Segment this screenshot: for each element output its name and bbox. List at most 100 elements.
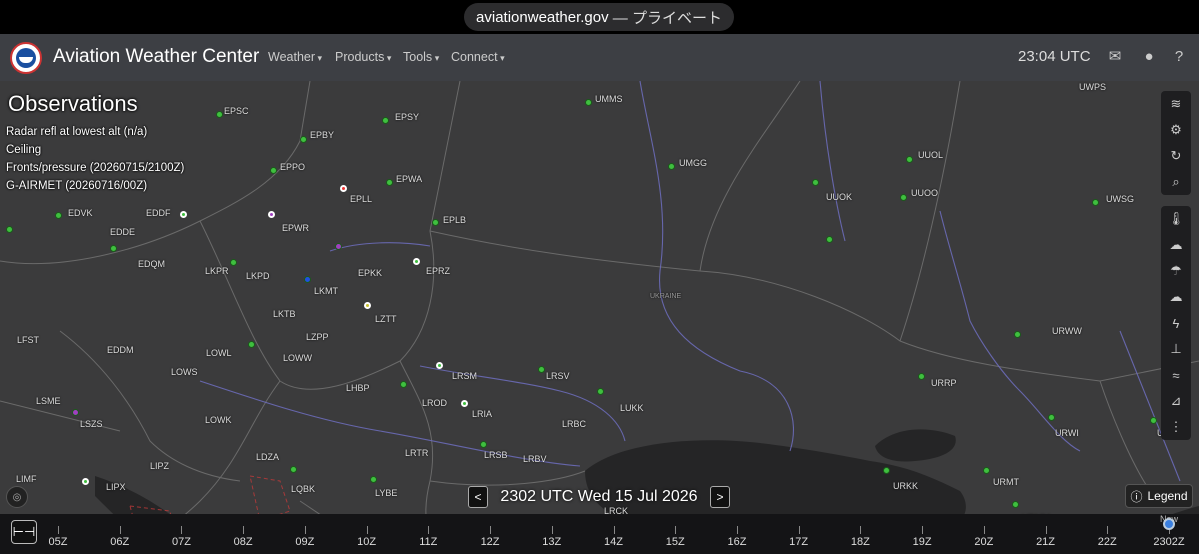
station-marker[interactable] [413,258,420,265]
station-label[interactable]: URRP [931,378,957,388]
station-label[interactable]: UUOK [826,192,852,202]
compass-icon[interactable]: ◎ [6,486,28,508]
mail-icon[interactable]: ✉ [1106,49,1124,65]
station-label[interactable]: LFST [17,335,39,345]
station-label[interactable]: UUOL [918,150,943,160]
station-marker[interactable] [370,476,377,483]
timeline-tick-label[interactable]: 12Z [481,536,500,548]
menu-connect[interactable]: Connect [451,50,505,64]
station-label[interactable]: UMMS [595,94,623,104]
timeline-tick-label[interactable]: 20Z [974,536,993,548]
station-label[interactable]: LKPD [246,271,270,281]
station-marker-alert[interactable] [340,185,347,192]
temperature-icon[interactable]: 🌡 [1161,206,1191,232]
station-label[interactable]: UMGG [679,158,707,168]
menu-products[interactable]: Products [335,50,391,64]
station-label[interactable]: URWW [1052,326,1082,336]
station-marker[interactable] [812,179,819,186]
station-marker[interactable] [386,179,393,186]
station-marker[interactable] [6,226,13,233]
station-label[interactable]: LRSV [546,371,570,381]
timeline-tick-label[interactable]: 05Z [49,536,68,548]
station-label[interactable]: LYBE [375,488,397,498]
station-marker[interactable] [538,366,545,373]
timeline-tick-label[interactable]: 22Z [1098,536,1117,548]
station-label[interactable]: EPKK [358,268,382,278]
browser-url-pill[interactable]: aviationweather.gov — プライベート [464,3,734,31]
station-marker[interactable] [1012,501,1019,508]
timeline-tick-label[interactable]: 15Z [666,536,685,548]
station-label[interactable]: EPSC [224,106,249,116]
station-marker[interactable] [180,211,187,218]
station-label[interactable]: LUKK [620,403,644,413]
station-marker[interactable] [1150,417,1157,424]
station-marker[interactable] [400,381,407,388]
station-label[interactable]: EDDE [110,227,135,237]
timeline-tick-label[interactable]: 2302Z [1153,536,1184,548]
timeline-bar[interactable] [0,514,1199,554]
help-icon[interactable]: ? [1170,49,1188,65]
station-marker[interactable] [1014,331,1021,338]
station-label[interactable]: EPLL [350,194,372,204]
legend-button[interactable]: ⓘ Legend [1125,484,1193,508]
station-label[interactable]: EPLB [443,215,466,225]
station-label[interactable]: LKTB [273,309,296,319]
station-label[interactable]: LRBC [562,419,586,429]
station-marker[interactable] [55,212,62,219]
station-marker[interactable] [461,400,468,407]
prev-time-button[interactable]: < [468,486,488,508]
next-time-button[interactable]: > [710,486,730,508]
station-marker[interactable] [918,373,925,380]
station-label[interactable]: EPWA [396,174,422,184]
station-marker[interactable] [110,245,117,252]
station-marker[interactable] [1048,414,1055,421]
station-label[interactable]: URMT [993,477,1019,487]
station-marker[interactable] [230,259,237,266]
grid-icon[interactable]: ⋮ [1161,414,1191,440]
station-label[interactable]: LOWW [283,353,312,363]
refresh-icon[interactable]: ↻ [1161,143,1191,169]
station-label[interactable]: EPSY [395,112,419,122]
station-marker[interactable] [480,441,487,448]
airmet-icon[interactable]: ⊿ [1161,388,1191,414]
search-icon[interactable]: ⌕ [1161,169,1191,195]
station-marker-ifr[interactable] [268,211,275,218]
thermometer-icon[interactable]: ⊥ [1161,336,1191,362]
station-label[interactable]: LHBP [346,383,370,393]
station-marker[interactable] [597,388,604,395]
station-label[interactable]: LSZS [80,419,103,429]
station-marker[interactable] [300,136,307,143]
station-label[interactable]: UUOO [911,188,938,198]
station-label[interactable]: LIPX [106,482,126,492]
timeline-tick-label[interactable]: 07Z [172,536,191,548]
station-marker[interactable] [248,341,255,348]
user-icon[interactable]: ● [1140,49,1158,65]
station-marker[interactable] [883,467,890,474]
station-label[interactable]: EPPO [280,162,305,172]
station-label[interactable]: LKMT [314,286,338,296]
station-label[interactable]: LZTT [375,314,397,324]
station-marker[interactable] [382,117,389,124]
station-label[interactable]: LRSM [452,371,477,381]
station-label[interactable]: LRIA [472,409,492,419]
station-marker-ifr[interactable] [72,409,79,416]
station-marker[interactable] [906,156,913,163]
station-label[interactable]: LRBV [523,454,547,464]
station-label[interactable]: LIMF [16,474,37,484]
station-label[interactable]: EDDF [146,208,171,218]
station-marker[interactable] [290,466,297,473]
station-marker[interactable] [668,163,675,170]
timeline-playhead[interactable] [1163,518,1175,530]
station-label[interactable]: LZPP [306,332,329,342]
station-label[interactable]: UWSG [1106,194,1134,204]
timeline-tick-label[interactable]: 14Z [604,536,623,548]
station-marker[interactable] [1092,199,1099,206]
expand-timeline-icon[interactable]: ⊢⊣ [11,520,37,544]
station-marker[interactable] [270,167,277,174]
menu-weather[interactable]: Weather [268,50,322,64]
timeline-tick-label[interactable]: 16Z [727,536,746,548]
noaa-logo[interactable] [10,42,42,74]
station-label[interactable]: LSME [36,396,61,406]
lightning-icon[interactable]: ϟ [1161,310,1191,336]
station-marker-ifr[interactable] [335,243,342,250]
